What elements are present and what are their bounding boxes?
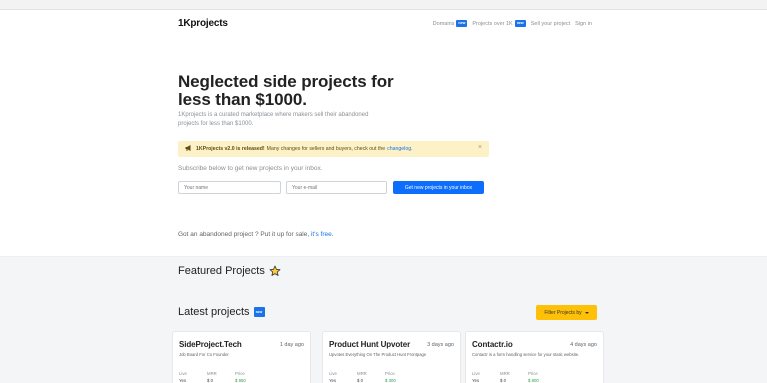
stat-value: Yes xyxy=(329,378,337,383)
featured-title: Featured Projects xyxy=(178,265,265,277)
nav-link-sign-in[interactable]: Sign in xyxy=(575,21,592,27)
stat-label: Price xyxy=(235,371,245,376)
new-badge: new xyxy=(456,20,468,27)
nav-link-label: Projects over 1K xyxy=(472,20,513,27)
browser-top-strip xyxy=(0,0,767,10)
stat-label: Live xyxy=(329,371,337,376)
new-icon-label: NEW xyxy=(255,310,263,314)
stat-label: MRR xyxy=(207,371,217,376)
nav-link-projects-over-1k[interactable]: Projects over 1K new xyxy=(472,20,526,27)
caret-down-icon xyxy=(584,311,589,314)
abandon-text: Got an abandoned project ? Put it up for… xyxy=(178,231,310,238)
release-alert: 1KProjects v2.0 is released! Many change… xyxy=(178,141,489,157)
stat-price: Price $ 800 xyxy=(528,371,539,383)
stat-label: Live xyxy=(179,371,187,376)
stat-label: Price xyxy=(385,371,395,376)
name-input[interactable] xyxy=(178,181,281,194)
project-card[interactable]: SideProject.Tech 1 day ago Job Board For… xyxy=(172,331,311,383)
alert-period: . xyxy=(411,146,413,152)
stat-label: Live xyxy=(472,371,480,376)
changelog-link[interactable]: changelog xyxy=(387,146,411,152)
nav-link-label: Sign in xyxy=(575,20,592,27)
nav-links: Domains new Projects over 1K new Sell yo… xyxy=(428,20,592,27)
stat-value: $ 0 xyxy=(500,378,506,383)
alert-bold-text: 1KProjects v2.0 is released! xyxy=(196,146,265,152)
stat-price: Price $ 300 xyxy=(385,371,396,383)
megaphone-icon xyxy=(185,145,192,153)
subscribe-label: Subscribe below to get new projects in y… xyxy=(178,165,323,172)
stat-mrr: MRR $ 0 xyxy=(357,371,367,383)
hero-title: Neglected side projects for less than $1… xyxy=(178,72,394,109)
stat-value: $ 0 xyxy=(207,378,213,383)
email-input[interactable] xyxy=(286,181,387,194)
new-icon: NEW xyxy=(253,307,265,317)
stat-mrr: MRR $ 0 xyxy=(207,371,217,383)
stat-value: $ 950 xyxy=(235,378,246,383)
nav-link-label: Sell your project xyxy=(530,20,571,27)
stat-live: Live Yes xyxy=(472,371,480,383)
its-free-link[interactable]: it's free. xyxy=(311,231,334,238)
project-age: 1 day ago xyxy=(279,342,304,348)
project-description: Contactr is a form handling service for … xyxy=(472,352,580,357)
star-icon xyxy=(269,265,281,276)
stat-price: Price $ 950 xyxy=(235,371,246,383)
project-description: Job Board For Co Founder xyxy=(179,352,229,357)
filter-label: Filter Projects by xyxy=(544,309,582,316)
stat-label: MRR xyxy=(500,371,510,376)
stat-value: Yes xyxy=(179,378,187,383)
nav-link-label: Domains xyxy=(432,20,455,27)
stat-label: MRR xyxy=(357,371,367,376)
close-icon[interactable]: × xyxy=(478,144,482,151)
filter-projects-button[interactable]: Filter Projects by xyxy=(536,305,597,320)
stat-live: Live Yes xyxy=(179,371,187,383)
stat-value: $ 0 xyxy=(357,378,363,383)
project-age: 3 days ago xyxy=(427,342,454,348)
top-navbar: 1Kprojects Domains new Projects over 1K … xyxy=(0,10,767,42)
stat-live: Live Yes xyxy=(329,371,337,383)
latest-title: Latest projects xyxy=(178,306,250,318)
new-badge: new xyxy=(514,20,526,27)
stat-mrr: MRR $ 0 xyxy=(500,371,510,383)
project-title[interactable]: Product Hunt Upvoter xyxy=(329,340,410,349)
subscribe-button[interactable]: Get new projects in your inbox xyxy=(393,181,484,194)
stat-value: $ 800 xyxy=(528,378,539,383)
latest-heading: Latest projects NEW xyxy=(178,306,265,318)
nav-link-domains[interactable]: Domains new xyxy=(433,20,468,27)
featured-heading: Featured Projects xyxy=(178,265,281,277)
project-card[interactable]: Contactr.io 4 days ago Contactr is a for… xyxy=(465,331,604,383)
project-age: 4 days ago xyxy=(570,342,597,348)
stat-value: $ 300 xyxy=(385,378,396,383)
abandon-cta: Got an abandoned project ? Put it up for… xyxy=(178,231,334,238)
project-description: Upvotes Everything On The Product Hunt F… xyxy=(329,352,427,357)
project-card[interactable]: Product Hunt Upvoter 3 days ago Upvotes … xyxy=(322,331,461,383)
stat-label: Price xyxy=(528,371,538,376)
nav-link-sell-your-project[interactable]: Sell your project xyxy=(531,21,570,27)
alert-text: Many changes for sellers and buyers, che… xyxy=(266,146,386,152)
brand-logo[interactable]: 1Kprojects xyxy=(178,18,228,29)
project-title[interactable]: SideProject.Tech xyxy=(179,340,242,349)
project-title[interactable]: Contactr.io xyxy=(472,340,513,349)
stat-value: Yes xyxy=(472,378,480,383)
hero-subtitle: 1Kprojects is a curated marketplace wher… xyxy=(178,112,369,127)
